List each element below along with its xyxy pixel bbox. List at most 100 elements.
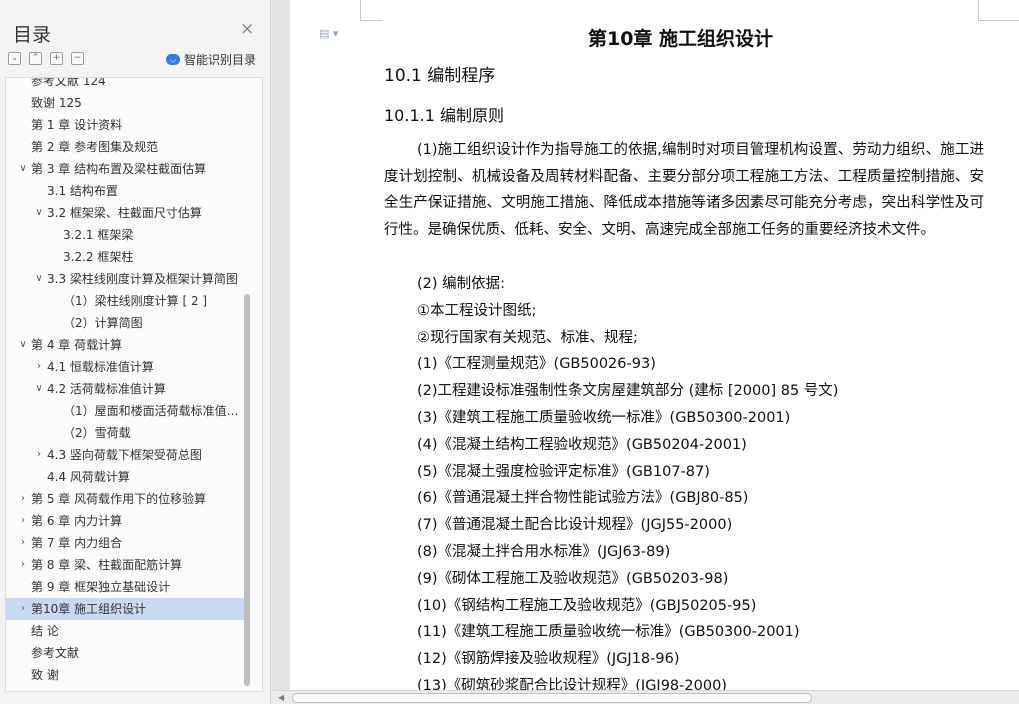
toc-item[interactable]: ∨ 3.3 梁柱线刚度计算及框架计算简图 (6, 268, 244, 290)
smart-toc-label: 智能识别目录 (184, 53, 257, 67)
toc-item-label: 第 2 章 参考图集及规范 (31, 140, 159, 154)
toc-item-label: 第 3 章 结构布置及梁柱截面估算 (31, 162, 207, 176)
expand-all-icon[interactable]: ⌄ (8, 52, 21, 65)
chevron-right-icon[interactable]: › (17, 532, 29, 554)
toc-item-label: 3.2 框架梁、柱截面尺寸估算 (47, 206, 202, 220)
chevron-down-icon[interactable]: ∨ (17, 334, 29, 356)
document-page: ▤ ▾ 第10章 施工组织设计 10.1 编制程序 10.1.1 编制原则 (1… (290, 0, 1019, 690)
chevron-right-icon[interactable]: › (17, 554, 29, 576)
toc-title: 目录 (13, 24, 52, 46)
toc-item-label: 第 4 章 荷载计算 (31, 338, 123, 352)
reference-line: (6)《普通混凝土拌合物性能试验方法》(GBJ80-85) (417, 490, 749, 507)
toc-item-label: 3.2.1 框架梁 (63, 228, 134, 242)
toc-item-label: 第 1 章 设计资料 (31, 118, 123, 132)
toc-item-label: 致 谢 (31, 668, 59, 682)
chevron-down-icon[interactable]: ∨ (17, 158, 29, 180)
toc-item[interactable]: （1）梁柱线刚度计算 [ 2 ] (6, 290, 244, 312)
reference-line: (2)工程建设标准强制性条文房屋建筑部分 (建标 [2000] 85 号文) (417, 383, 839, 400)
reference-line: (5)《混凝土强度检验评定标准》(GB107-87) (417, 463, 710, 480)
horizontal-scrollbar[interactable]: ◀ (272, 690, 1019, 704)
toc-item[interactable]: 第 1 章 设计资料 (6, 114, 244, 136)
collapse-all-icon[interactable]: ⌃ (29, 52, 42, 65)
reference-line: (11)《建筑工程施工质量验收统一标准》(GB50300-2001) (417, 624, 800, 641)
toc-item-label: 第10章 施工组织设计 (31, 602, 147, 616)
toc-item-label: （2）雪荷载 (63, 426, 131, 440)
reference-line: (3)《建筑工程施工质量验收统一标准》(GB50300-2001) (417, 410, 791, 426)
close-icon[interactable]: × (240, 21, 254, 38)
toc-item-label: 第 9 章 框架独立基础设计 (31, 580, 171, 594)
reference-line: (2) 编制依据: (417, 276, 506, 292)
margin-mark (978, 0, 979, 20)
reference-line: (12)《钢筋焊接及验收规程》(JGJ18-96) (417, 651, 680, 668)
toc-item[interactable]: › 第 5 章 风荷载作用下的位移验算 (6, 488, 244, 510)
body-paragraph: (1)施工组织设计作为指导施工的依据,编制时对项目管理机构设置、劳动力组织、施工… (384, 142, 984, 239)
toc-item-label: 致谢 125 (31, 96, 82, 110)
toc-item[interactable]: 致谢 125 (6, 92, 244, 114)
toc-item[interactable]: 3.2.2 框架柱 (6, 246, 244, 268)
reference-line: (13)《砌筑砂浆配合比设计规程》(JGJ98-2000) (417, 678, 727, 690)
toc-item[interactable]: （1）屋面和楼面活荷载标准值计算 (6, 400, 244, 422)
toc-scrollbar[interactable] (244, 294, 250, 686)
toc-item[interactable]: ∨ 4.2 活荷载标准值计算 (6, 378, 244, 400)
remove-heading-icon[interactable]: − (71, 52, 84, 65)
toc-item-label: 第 7 章 内力组合 (31, 536, 123, 550)
toc-item-label: 4.3 竖向荷载下框架受荷总图 (47, 448, 202, 462)
reference-line: (8)《混凝土拌合用水标准》(JGJ63-89) (417, 544, 671, 560)
toc-item-label: （1）屋面和楼面活荷载标准值计算 (63, 404, 240, 418)
toc-item-label: 4.1 恒载标准值计算 (47, 360, 154, 374)
toc-item[interactable]: › 4.1 恒载标准值计算 (6, 356, 244, 378)
smart-recognize-icon: ◡ (166, 54, 180, 65)
document-area: ▤ ▾ 第10章 施工组织设计 10.1 编制程序 10.1.1 编制原则 (1… (272, 0, 1019, 690)
chevron-right-icon[interactable]: › (17, 598, 29, 620)
margin-mark (360, 0, 361, 20)
toc-tree-container: 参考文献 124 致谢 125 第 1 章 设计资料第 2 章 参考图集及规范 ∨ 第 … (5, 77, 263, 692)
scroll-left-icon[interactable]: ◀ (278, 691, 284, 704)
toc-item[interactable]: 第 2 章 参考图集及规范 (6, 136, 244, 158)
toc-item[interactable]: › 第 7 章 内力组合 (6, 532, 244, 554)
toc-item[interactable]: › 第 6 章 内力计算 (6, 510, 244, 532)
toc-item[interactable]: ∨ 3.2 框架梁、柱截面尺寸估算 (6, 202, 244, 224)
toc-item-label: 第 5 章 风荷载作用下的位移验算 (31, 492, 207, 506)
toc-item[interactable]: 参考文献 124 (6, 77, 244, 92)
margin-mark (978, 20, 1019, 21)
smart-toc-button[interactable]: ◡ 智能识别目录 (166, 51, 256, 68)
reference-line: (9)《砌体工程施工及验收规范》(GB50203-98) (417, 570, 729, 587)
toc-item[interactable]: › 第10章 施工组织设计 (6, 598, 244, 620)
toc-item-label: 3.1 结构布置 (47, 184, 118, 198)
toc-item[interactable]: 第 9 章 框架独立基础设计 (6, 576, 244, 598)
chevron-down-icon[interactable]: ∨ (33, 378, 45, 400)
toc-item[interactable]: ∨ 第 3 章 结构布置及梁柱截面估算 (6, 158, 244, 180)
toc-item-label: 3.3 梁柱线刚度计算及框架计算简图 (47, 272, 238, 286)
chevron-right-icon[interactable]: › (33, 444, 45, 466)
margin-mark (360, 20, 383, 21)
reference-line: ①本工程设计图纸; (417, 302, 537, 319)
toc-item-label: 4.2 活荷载标准值计算 (47, 382, 166, 396)
chevron-right-icon[interactable]: › (17, 510, 29, 532)
toc-item[interactable]: › 第 8 章 梁、柱截面配筋计算 (6, 554, 244, 576)
section-heading: 10.1 编制程序 (384, 66, 496, 86)
toc-item[interactable]: 致 谢 (6, 664, 244, 686)
scroll-thumb[interactable] (292, 693, 812, 703)
toc-pane: 目录 × ⌄ ⌃ + − ◡ 智能识别目录 参考文献 124 致谢 125 第 1 … (0, 0, 271, 704)
toc-item[interactable]: ∨ 第 4 章 荷载计算 (6, 334, 244, 356)
chevron-down-icon[interactable]: ∨ (33, 202, 45, 224)
toc-item[interactable]: （2）雪荷载 (6, 422, 244, 444)
reference-line: (4)《混凝土结构工程验收规范》(GB50204-2001) (417, 436, 747, 453)
toc-item-label: 第 6 章 内力计算 (31, 514, 123, 528)
toc-item[interactable]: （2）计算简图 (6, 312, 244, 334)
chevron-right-icon[interactable]: › (33, 356, 45, 378)
toc-item[interactable]: 3.1 结构布置 (6, 180, 244, 202)
subsection-heading: 10.1.1 编制原则 (384, 106, 504, 125)
chevron-right-icon[interactable]: › (17, 488, 29, 510)
chevron-down-icon[interactable]: ∨ (33, 268, 45, 290)
reference-line: (10)《钢结构工程施工及验收规范》(GBJ50205-95) (417, 597, 757, 614)
toc-item[interactable]: › 4.3 竖向荷载下框架受荷总图 (6, 444, 244, 466)
toc-item[interactable]: 4.4 风荷载计算 (6, 466, 244, 488)
toc-item[interactable]: 3.2.1 框架梁 (6, 224, 244, 246)
toc-item[interactable]: 参考文献 (6, 642, 244, 664)
toc-item-label: （2）计算简图 (63, 316, 143, 330)
toc-item-label: 参考文献 124 (31, 77, 106, 88)
toc-item-label: 结 论 (31, 624, 59, 638)
add-heading-icon[interactable]: + (50, 52, 63, 65)
toc-item[interactable]: 结 论 (6, 620, 244, 642)
